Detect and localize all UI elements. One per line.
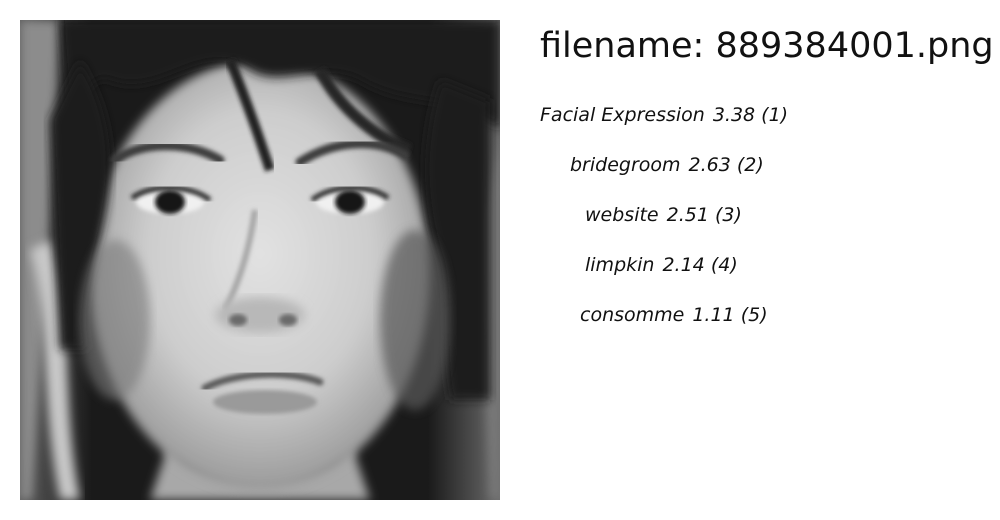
- prediction-rank: (4): [710, 254, 738, 276]
- filename-title: filename: 889384001.png: [540, 26, 994, 66]
- prediction-score: 2.51: [666, 204, 709, 226]
- prediction-row-1: Facial Expression 3.38 (1): [540, 103, 788, 127]
- prediction-label: consomme: [580, 304, 685, 326]
- prediction-label: Facial Expression: [540, 104, 705, 126]
- prediction-score: 1.11: [692, 304, 735, 326]
- prediction-label: limpkin: [585, 254, 655, 276]
- face-photo-graphic: [20, 20, 500, 500]
- prediction-label: bridegroom: [570, 154, 681, 176]
- face-photo: [20, 20, 500, 500]
- prediction-row-3: website 2.51 (3): [585, 203, 742, 227]
- prediction-row-4: limpkin 2.14 (4): [585, 253, 738, 277]
- prediction-score: 2.63: [688, 154, 731, 176]
- prediction-label: website: [585, 204, 659, 226]
- prediction-rank: (2): [736, 154, 764, 176]
- prediction-score: 3.38: [712, 104, 756, 126]
- prediction-rank: (5): [740, 304, 768, 326]
- prediction-score: 2.14: [662, 254, 705, 276]
- prediction-rank: (1): [761, 104, 789, 126]
- prediction-rank: (3): [714, 204, 742, 226]
- prediction-row-2: bridegroom 2.63 (2): [570, 153, 764, 177]
- prediction-row-5: consomme 1.11 (5): [580, 303, 768, 327]
